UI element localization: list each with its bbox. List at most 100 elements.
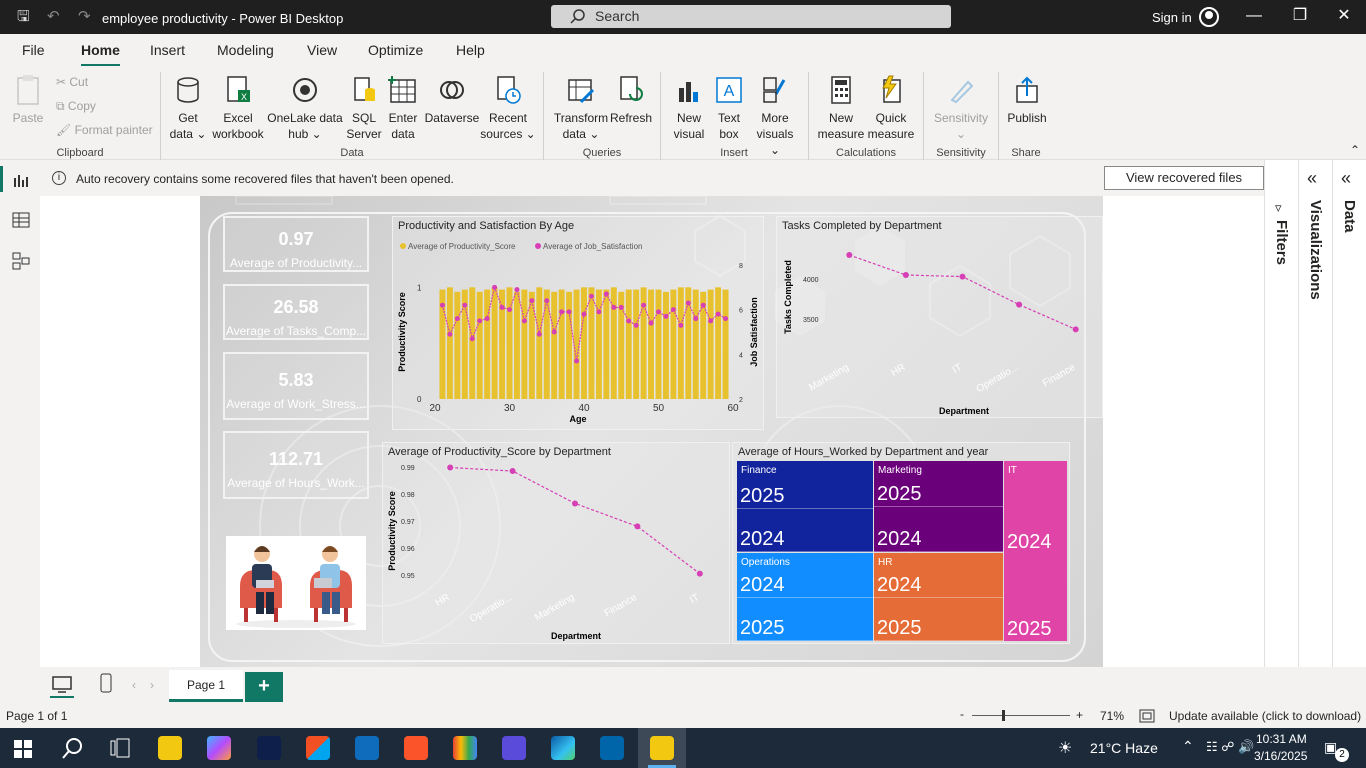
update-available-link[interactable]: Update available (click to download) [1169, 709, 1361, 723]
weather-text[interactable]: 21°C Haze [1090, 740, 1158, 756]
clock-time[interactable]: 10:31 AM [1256, 732, 1307, 746]
recent-sources-button[interactable]: Recent sources ⌄ [480, 74, 536, 142]
mobile-layout-icon[interactable] [100, 673, 112, 693]
close-button[interactable]: ✕ [1334, 6, 1354, 26]
transform-data-button[interactable]: Transform data ⌄ [552, 74, 610, 142]
data-pane[interactable]: « Data [1332, 160, 1366, 700]
fit-to-page-icon[interactable] [1139, 709, 1155, 723]
sign-in-link[interactable]: Sign in [1152, 10, 1192, 25]
edge-icon[interactable] [551, 736, 575, 760]
dataverse-button[interactable]: Dataverse [424, 74, 480, 126]
paste-button[interactable]: Paste [8, 74, 48, 126]
microsoft-store-icon[interactable] [306, 736, 330, 760]
zoom-slider[interactable] [972, 715, 1070, 716]
kpi-card[interactable]: 0.97 Average of Productivity... [223, 216, 369, 272]
report-view-icon[interactable] [12, 172, 30, 188]
visualizations-pane[interactable]: « Visualizations [1298, 160, 1332, 700]
kpi-card[interactable]: 26.58 Average of Tasks_Comp... [223, 284, 369, 340]
proton-icon[interactable] [502, 736, 526, 760]
treemap-cell[interactable]: 2024 [874, 507, 1003, 552]
treemap-visual[interactable]: Average of Hours_Worked by Department an… [732, 442, 1070, 644]
kpi-card[interactable]: 112.71 Average of Hours_Work... [223, 431, 369, 499]
text-box-label-1: Text [717, 111, 740, 125]
line-chart-visual[interactable]: Tasks Completed by Department Tasks Comp… [776, 216, 1103, 418]
sensitivity-button[interactable]: Sensitivity ⌄ [930, 74, 992, 142]
onelake-data-hub-button[interactable]: OneLake data hub ⌄ [266, 74, 344, 142]
treemap-cell[interactable]: Finance 2025 [737, 461, 873, 509]
clock-date[interactable]: 3/16/2025 [1254, 749, 1307, 763]
desktop-layout-icon[interactable] [52, 676, 72, 694]
excel-workbook-button[interactable]: X Excel workbook [210, 74, 266, 142]
windows-start-icon[interactable] [14, 740, 32, 758]
publish-button[interactable]: Publish [1004, 74, 1050, 126]
cut-button[interactable]: ✂ Cut [56, 75, 88, 89]
page-tab[interactable]: Page 1 [169, 670, 243, 702]
next-page-icon[interactable]: › [150, 678, 154, 692]
get-data-button[interactable]: Get data ⌄ [168, 74, 208, 142]
treemap-cell[interactable]: 2025 [874, 598, 1003, 641]
maximize-button[interactable]: ❐ [1290, 6, 1310, 26]
zoom-slider-thumb[interactable] [1002, 710, 1005, 721]
menu-help[interactable]: Help [456, 42, 485, 58]
file-explorer-icon[interactable] [158, 736, 182, 760]
minimize-button[interactable]: — [1244, 6, 1264, 26]
add-page-button[interactable]: + [245, 672, 283, 702]
menu-insert[interactable]: Insert [150, 42, 185, 58]
model-view-icon[interactable] [12, 252, 30, 270]
power-bi-icon[interactable] [650, 736, 674, 760]
save-icon[interactable]: 🖫 [17, 8, 30, 26]
filters-pane[interactable]: ▿ Filters [1264, 160, 1298, 700]
combo-chart-visual[interactable]: Productivity and Satisfaction By Age Ave… [392, 216, 764, 430]
report-page: 0.97 Average of Productivity... 26.58 Av… [200, 196, 1103, 667]
quick-measure-button[interactable]: Quick measure [866, 74, 916, 142]
zoom-out-button[interactable]: - [960, 707, 964, 721]
search-box[interactable]: Search [551, 5, 951, 28]
treemap-cell[interactable]: HR 2024 [874, 553, 1003, 598]
gmail-icon[interactable] [453, 736, 477, 760]
text-box-button[interactable]: A Text box [710, 74, 748, 142]
new-measure-button[interactable]: New measure [816, 74, 866, 142]
tray-icons[interactable]: ☷ ☍ 🔊 [1206, 739, 1254, 755]
undo-icon[interactable]: ↶ [47, 8, 60, 26]
new-visual-button[interactable]: New visual [670, 74, 708, 142]
onelake-label-2: hub ⌄ [288, 127, 322, 141]
menu-modeling[interactable]: Modeling [217, 42, 274, 58]
zoom-in-button[interactable]: + [1076, 708, 1083, 722]
outlook-icon[interactable] [355, 736, 379, 760]
format-painter-button[interactable]: 🖌 Format painter [56, 123, 153, 137]
treemap-cell[interactable]: Operations 2024 [737, 553, 873, 598]
search-icon[interactable] [62, 737, 84, 759]
menu-optimize[interactable]: Optimize [368, 42, 423, 58]
table-view-icon[interactable] [12, 212, 30, 228]
collapse-ribbon-icon[interactable]: ⌃ [1350, 143, 1360, 157]
treemap-cell[interactable]: 2024 [737, 509, 873, 552]
account-icon[interactable] [1199, 7, 1219, 27]
enter-data-button[interactable]: Enter data [384, 74, 422, 142]
copy-button[interactable]: ⧉ Copy [56, 99, 96, 114]
line-point [723, 316, 729, 322]
menu-view[interactable]: View [307, 42, 337, 58]
expand-chevron-icon[interactable]: « [1307, 168, 1317, 189]
kpi-card[interactable]: 5.83 Average of Work_Stress... [223, 352, 369, 420]
more-visuals-button[interactable]: More visuals ⌄ [750, 74, 800, 158]
copilot-icon[interactable] [207, 736, 231, 760]
brave-icon[interactable] [404, 736, 428, 760]
treemap-cell[interactable]: 2025 [1004, 598, 1067, 641]
view-recovered-files-button[interactable]: View recovered files [1104, 166, 1264, 190]
menu-file[interactable]: File [22, 42, 45, 58]
vscode-icon[interactable] [600, 736, 624, 760]
filter-icon: ▿ [1275, 200, 1282, 215]
line-chart-visual[interactable]: Average of Productivity_Score by Departm… [382, 442, 730, 644]
disney-plus-icon[interactable] [257, 736, 281, 760]
show-hidden-icons-icon[interactable]: ⌃ [1182, 738, 1194, 755]
task-view-icon[interactable] [110, 738, 130, 758]
treemap-cell[interactable]: 2025 [737, 598, 873, 641]
refresh-button[interactable]: Refresh [610, 74, 652, 126]
redo-icon[interactable]: ↷ [78, 8, 91, 26]
previous-page-icon[interactable]: ‹ [132, 678, 136, 692]
expand-chevron-icon[interactable]: « [1341, 168, 1351, 189]
sql-server-button[interactable]: SQL Server [344, 74, 384, 142]
weather-icon[interactable]: ☀ [1058, 738, 1072, 758]
treemap-cell[interactable]: Marketing 2025 [874, 461, 1003, 507]
menu-home[interactable]: Home [81, 42, 120, 67]
